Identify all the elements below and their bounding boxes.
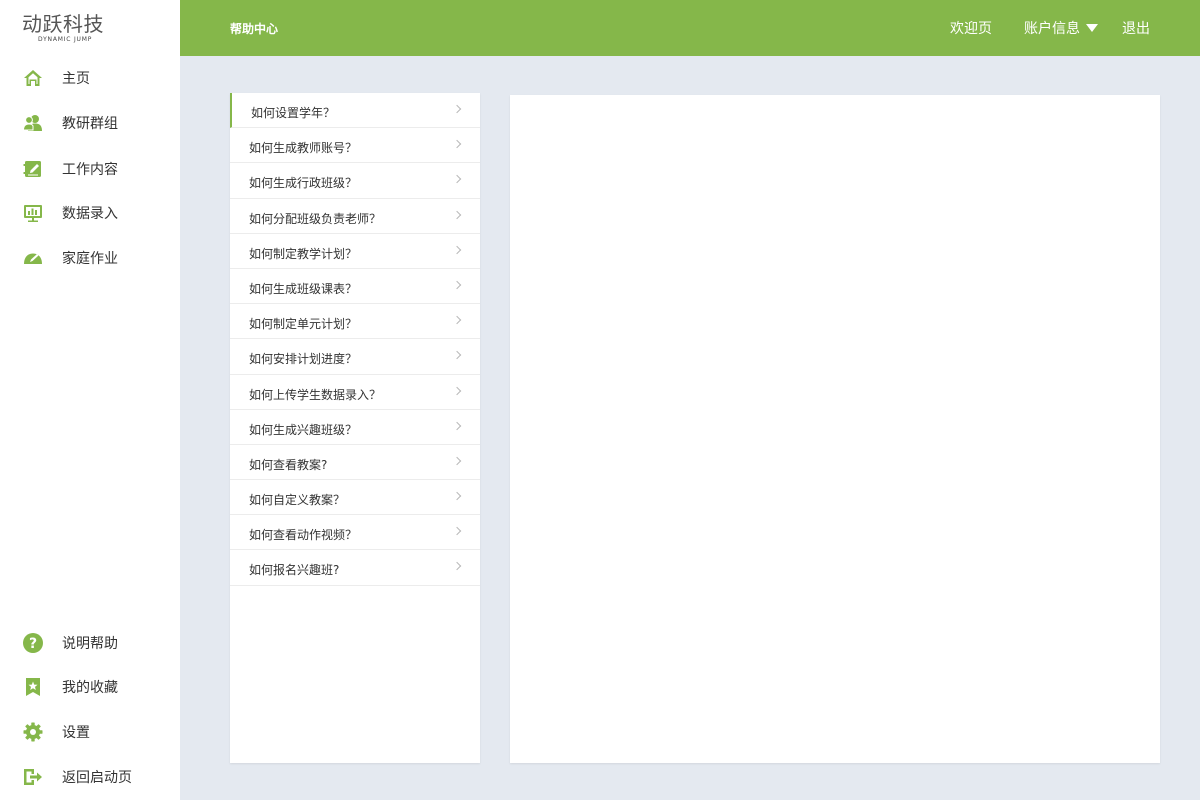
question-label: 如何生成行政班级？ — [249, 176, 358, 191]
account-info-label: 账户信息 — [1024, 21, 1080, 37]
question-item[interactable]: 如何安排计划进度？ — [230, 339, 480, 375]
sidebar-item-label: 返回启动页 — [62, 770, 132, 786]
question-item[interactable]: 如何生成班级课表？ — [230, 269, 480, 305]
question-label: 如何报名兴趣班? — [249, 563, 340, 578]
edit-icon — [22, 158, 44, 180]
caret-down-icon — [1086, 23, 1098, 32]
sidebar: 动跃科技 DYNAMIC JUMP 主页 教研群组 工作内容 数据录入 家庭作业 — [0, 0, 180, 800]
home-icon — [22, 67, 44, 89]
help-question-list: 如何设置学年？ 如何生成教师账号？ 如何生成行政班级？ 如何分配班级负责老师？ … — [230, 93, 480, 763]
question-item[interactable]: 如何生成兴趣班级？ — [230, 410, 480, 445]
question-label: 如何查看动作视频？ — [249, 528, 358, 543]
chevron-right-icon — [452, 562, 462, 571]
chevron-right-icon — [452, 210, 462, 219]
question-item[interactable]: 如何查看教案? — [230, 445, 480, 481]
sidebar-item-label: 设置 — [62, 725, 90, 741]
sidebar-item-label: 主页 — [62, 71, 90, 87]
chevron-right-icon — [452, 315, 462, 325]
question-label: 如何生成教师账号？ — [249, 141, 358, 156]
question-label: 如何上传学生数据录入？ — [249, 387, 382, 402]
question-item[interactable]: 如何设置学年？ — [230, 93, 480, 129]
question-item[interactable]: 如何上传学生数据录入？ — [230, 375, 480, 410]
brand-tagline: DYNAMIC JUMP — [38, 36, 93, 43]
homework-icon — [22, 247, 44, 269]
welcome-link[interactable]: 欢迎页 — [950, 18, 992, 38]
bookmark-star-icon — [22, 676, 44, 698]
sidebar-item-label: 工作内容 — [62, 162, 118, 178]
gear-icon — [22, 721, 44, 743]
sidebar-item-label: 数据录入 — [62, 206, 118, 222]
question-item[interactable]: 如何生成行政班级？ — [230, 163, 480, 199]
question-label: 如何自定义教案？ — [249, 493, 346, 508]
account-info-dropdown[interactable]: 账户信息 — [1024, 18, 1098, 38]
question-label: 如何制定单元计划？ — [249, 317, 358, 332]
chevron-right-icon — [452, 386, 462, 395]
chevron-right-icon — [452, 104, 462, 114]
question-label: 如何生成兴趣班级？ — [249, 422, 358, 437]
question-label: 如何分配班级负责老师？ — [249, 211, 382, 226]
sidebar-item-label: 教研群组 — [62, 116, 118, 132]
sidebar-item-homework[interactable]: 家庭作业 — [0, 238, 180, 278]
sidebar-item-work[interactable]: 工作内容 — [0, 149, 180, 189]
sidebar-item-settings[interactable]: 设置 — [0, 712, 180, 752]
question-label: 如何查看教案? — [249, 457, 328, 472]
sidebar-item-label: 家庭作业 — [62, 251, 118, 267]
sidebar-item-label: 说明帮助 — [62, 636, 118, 652]
question-label: 如何安排计划进度？ — [249, 352, 358, 367]
sidebar-item-label: 我的收藏 — [62, 680, 118, 696]
chevron-right-icon — [452, 456, 462, 466]
svg-text:?: ? — [29, 636, 37, 652]
help-icon: ? — [22, 632, 44, 654]
page-title: 帮助中心 — [230, 22, 279, 36]
logout-link[interactable]: 退出 — [1122, 18, 1150, 38]
chevron-right-icon — [452, 139, 462, 149]
chevron-right-icon — [452, 351, 462, 360]
question-item[interactable]: 如何报名兴趣班? — [230, 550, 480, 586]
question-label: 如何生成班级课表？ — [249, 281, 358, 296]
chevron-right-icon — [452, 491, 462, 501]
question-item[interactable]: 如何查看动作视频？ — [230, 515, 480, 551]
question-item[interactable]: 如何生成教师账号？ — [230, 128, 480, 164]
brand-logo[interactable]: 动跃科技 DYNAMIC JUMP — [22, 12, 162, 46]
top-bar: 帮助中心 欢迎页 账户信息 退出 — [180, 0, 1200, 56]
users-icon — [22, 112, 44, 134]
sidebar-item-back-to-launch[interactable]: 返回启动页 — [0, 757, 180, 797]
help-content-panel — [510, 95, 1160, 763]
question-item[interactable]: 如何制定单元计划？ — [230, 304, 480, 340]
sidebar-item-data-entry[interactable]: 数据录入 — [0, 193, 180, 233]
chevron-right-icon — [452, 421, 462, 430]
question-item[interactable]: 如何自定义教案？ — [230, 480, 480, 516]
chevron-right-icon — [452, 280, 462, 290]
chevron-right-icon — [452, 527, 462, 536]
sidebar-item-favorites[interactable]: 我的收藏 — [0, 667, 180, 707]
question-label: 如何制定教学计划？ — [249, 246, 358, 261]
sidebar-item-groups[interactable]: 教研群组 — [0, 103, 180, 143]
question-item[interactable]: 如何制定教学计划？ — [230, 234, 480, 269]
chevron-right-icon — [452, 245, 462, 254]
monitor-chart-icon — [22, 202, 44, 224]
chevron-right-icon — [452, 175, 462, 184]
brand-name: 动跃科技 — [22, 12, 104, 36]
sidebar-item-home[interactable]: 主页 — [0, 58, 180, 98]
question-item[interactable]: 如何分配班级负责老师？ — [230, 199, 480, 234]
sidebar-item-help[interactable]: ? 说明帮助 — [0, 623, 180, 663]
exit-icon — [22, 766, 44, 788]
question-label: 如何设置学年？ — [251, 106, 336, 120]
